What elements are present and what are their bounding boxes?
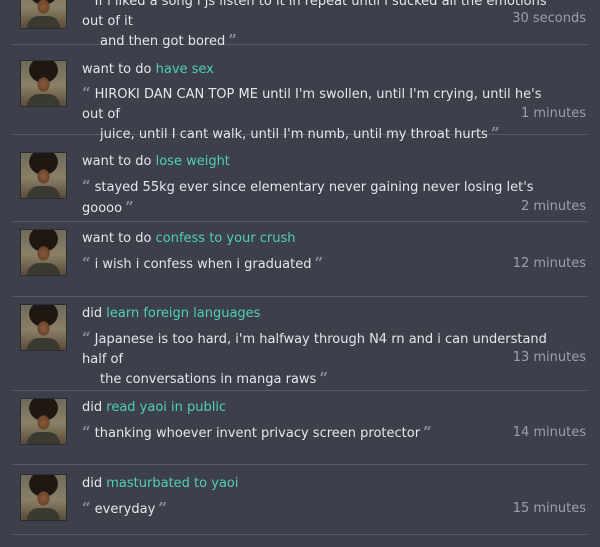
entry-headline: want to do have sex [82, 62, 214, 77]
goal-link[interactable]: learn foreign languages [106, 306, 260, 321]
open-quote-icon: “ [82, 254, 91, 272]
timestamp: 30 seconds [512, 11, 586, 26]
entry-verb: want to do [82, 154, 152, 169]
timestamp: 2 minutes [520, 199, 586, 214]
feed-entry: “If i liked a song i js listen to it in … [12, 0, 588, 49]
quote-line-1: stayed 55kg ever since elementary never … [82, 180, 534, 216]
goal-link[interactable]: masturbated to yaoi [106, 476, 238, 491]
timestamp: 15 minutes [512, 501, 586, 516]
entry-quote: “Japanese is too hard, i'm halfway throu… [82, 329, 557, 390]
open-quote-icon: “ [82, 423, 91, 441]
avatar-figure [27, 186, 60, 198]
entry-headline: want to do confess to your crush [82, 231, 296, 246]
entry-quote: “i wish i confess when i graduated” [82, 254, 557, 275]
open-quote-icon: “ [82, 177, 91, 195]
quote-line-1: HIROKI DAN CAN TOP ME until I'm swollen,… [82, 87, 542, 122]
close-quote-icon: ” [125, 197, 134, 216]
open-quote-icon: “ [82, 84, 91, 102]
close-quote-icon: ” [319, 369, 328, 387]
avatar-figure [27, 338, 60, 350]
entry-verb: did [82, 400, 103, 415]
quote-line-1: Japanese is too hard, i'm halfway throug… [82, 332, 547, 367]
entry-verb: want to do [82, 62, 152, 77]
goal-link[interactable]: have sex [156, 62, 214, 77]
user-avatar[interactable] [20, 152, 67, 199]
entry-quote: “stayed 55kg ever since elementary never… [82, 177, 557, 218]
timestamp: 12 minutes [512, 256, 586, 271]
entry-headline: did learn foreign languages [82, 306, 260, 321]
user-avatar[interactable] [20, 304, 67, 351]
avatar-figure [27, 16, 60, 28]
avatar-figure [27, 508, 60, 520]
close-quote-icon: ” [314, 254, 324, 272]
user-avatar[interactable] [20, 398, 67, 445]
entry-headline: did read yaoi in public [82, 400, 226, 415]
entry-verb: did [82, 476, 103, 491]
goal-link[interactable]: confess to your crush [156, 231, 296, 246]
user-avatar[interactable] [20, 229, 67, 276]
feed-entry: want to do confess to your crush “i wish… [12, 221, 588, 297]
goal-link[interactable]: lose weight [156, 154, 230, 169]
quote-line-1: everyday [94, 502, 156, 517]
feed-entry: want to do have sex “HIROKI DAN CAN TOP … [12, 44, 588, 142]
quote-line-1: i wish i confess when i graduated [94, 257, 312, 272]
close-quote-icon: ” [423, 423, 432, 441]
user-avatar[interactable] [20, 0, 67, 29]
feed-entry: did learn foreign languages “Japanese is… [12, 296, 588, 391]
avatar-figure [27, 263, 60, 275]
timestamp: 13 minutes [512, 350, 586, 365]
open-quote-icon: “ [82, 329, 91, 347]
user-avatar[interactable] [20, 474, 67, 521]
activity-feed: “If i liked a song i js listen to it in … [0, 0, 600, 547]
feed-entry: want to do lose weight “stayed 55kg ever… [12, 134, 588, 222]
entry-verb: did [82, 306, 103, 321]
open-quote-icon: “ [82, 499, 91, 517]
goal-link[interactable]: read yaoi in public [106, 400, 226, 415]
user-avatar[interactable] [20, 60, 67, 107]
feed-entry: did read yaoi in public “thanking whoeve… [12, 390, 588, 465]
entry-headline: did masturbated to yaoi [82, 476, 238, 491]
avatar-figure [27, 432, 60, 444]
close-quote-icon: ” [158, 499, 167, 517]
timestamp: 1 minutes [520, 106, 586, 121]
quote-line-2: the conversations in manga raws [100, 372, 317, 387]
quote-line-1: If i liked a song i js listen to it in r… [82, 0, 547, 29]
open-quote-icon: “ [82, 0, 91, 9]
entry-quote: “everyday” [82, 499, 557, 520]
entry-quote: “thanking whoever invent privacy screen … [82, 423, 557, 444]
timestamp: 14 minutes [512, 425, 586, 440]
quote-line-1: thanking whoever invent privacy screen p… [94, 426, 421, 441]
entry-verb: want to do [82, 231, 152, 246]
feed-entry: did masturbated to yaoi “everyday” 15 mi… [12, 464, 588, 535]
avatar-figure [27, 94, 60, 106]
entry-headline: want to do lose weight [82, 154, 230, 169]
